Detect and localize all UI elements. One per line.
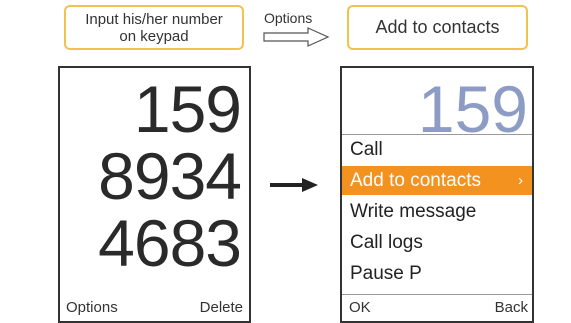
menu-item-pause[interactable]: Pause P — [342, 259, 532, 288]
menu-item-label: Write message — [350, 201, 477, 222]
result-callout: Add to contacts — [347, 5, 528, 50]
right-arrow-icon — [270, 178, 318, 192]
options-menu-screen: 159 Call Add to contacts › Write message… — [340, 66, 534, 323]
hollow-arrow-icon — [263, 27, 330, 47]
chevron-right-icon: › — [518, 172, 523, 189]
options-softkey[interactable]: Options — [66, 299, 118, 316]
dial-screen: 159 8934 4683 Options Delete — [58, 66, 251, 323]
options-step-label: Options — [264, 10, 313, 26]
background-number: 159 — [417, 72, 528, 146]
menu-item-label: Pause P — [350, 263, 422, 284]
ok-softkey[interactable]: OK — [349, 299, 371, 316]
menu-item-label: Add to contacts — [350, 170, 481, 191]
menu-item-label: Call — [350, 139, 383, 160]
result-callout-label: Add to contacts — [375, 17, 500, 37]
instruction-line-2: on keypad — [119, 27, 189, 45]
options-menu: Call Add to contacts › Write message Cal… — [342, 134, 532, 295]
menu-item-add-to-contacts[interactable]: Add to contacts › — [342, 166, 532, 195]
menu-item-label: Call logs — [350, 232, 423, 253]
menu-item-call-logs[interactable]: Call logs — [342, 228, 532, 257]
dialed-number: 159 8934 4683 — [98, 72, 242, 280]
delete-softkey[interactable]: Delete — [200, 299, 243, 316]
instruction-callout: Input his/her number on keypad — [64, 5, 244, 50]
menu-item-write-message[interactable]: Write message — [342, 197, 532, 226]
dialed-number-line-3: 4683 — [98, 206, 242, 280]
dialed-number-line-1: 159 — [133, 72, 242, 146]
instruction-line-1: Input his/her number — [85, 10, 223, 28]
back-softkey[interactable]: Back — [495, 299, 528, 316]
dialed-number-line-2: 8934 — [98, 139, 242, 213]
menu-item-call[interactable]: Call — [342, 135, 532, 164]
